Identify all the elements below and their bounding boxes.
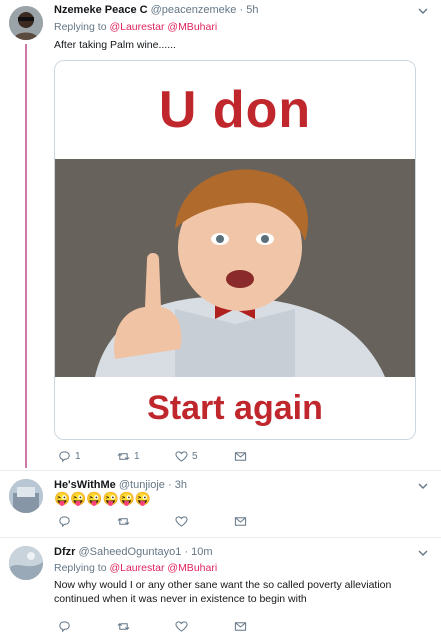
- tweet-text: 😜😜😜😜😜😜: [54, 491, 152, 506]
- avatar[interactable]: [9, 6, 43, 40]
- like-button[interactable]: 5: [175, 450, 198, 463]
- tweet-text: Now why would I or any other sane want t…: [54, 579, 392, 605]
- tweet-1[interactable]: Nzemeke Peace C @peacenzemeke · 5h Reply…: [0, 0, 441, 470]
- chevron-down-icon[interactable]: [417, 547, 429, 559]
- display-name[interactable]: He'sWithMe: [54, 479, 116, 491]
- timestamp[interactable]: 5h: [246, 4, 258, 16]
- reply-count: 1: [75, 451, 81, 462]
- avatar[interactable]: [9, 479, 43, 513]
- replying-to: Replying to @Laurestar @MBuhari: [54, 21, 217, 33]
- message-button[interactable]: [234, 450, 247, 463]
- tweet-header: Nzemeke Peace C @peacenzemeke · 5h: [54, 3, 258, 17]
- meme-top-caption-area: U don: [55, 61, 415, 159]
- message-icon: [234, 452, 247, 461]
- user-handle[interactable]: @SaheedOguntayo1: [78, 546, 181, 558]
- reply-button[interactable]: 1: [58, 450, 81, 463]
- retweet-icon: [117, 622, 130, 631]
- user-handle[interactable]: @peacenzemeke: [151, 4, 237, 16]
- like-icon: [175, 621, 188, 632]
- tweet-actions: [54, 515, 424, 531]
- replying-to: Replying to @Laurestar @MBuhari: [54, 562, 217, 574]
- retweet-count: 1: [134, 451, 140, 462]
- message-icon: [234, 517, 247, 526]
- tweet-header: Dfzr @SaheedOguntayo1 · 10m: [54, 545, 213, 559]
- reply-prefix: Replying to: [54, 21, 107, 33]
- mention-link[interactable]: @MBuhari: [167, 21, 217, 33]
- separator: ·: [184, 546, 189, 558]
- mention-link[interactable]: @MBuhari: [167, 562, 217, 574]
- reply-button[interactable]: [58, 620, 75, 633]
- reply-prefix: Replying to: [54, 562, 107, 574]
- thread-line: [25, 44, 27, 468]
- reply-icon: [59, 516, 70, 528]
- mention-link[interactable]: @Laurestar: [109, 562, 164, 574]
- tweet-3[interactable]: Dfzr @SaheedOguntayo1 · 10m Replying to …: [0, 538, 441, 642]
- tweet-text: After taking Palm wine......: [54, 39, 176, 51]
- meme-bottom-text: Start again: [147, 388, 323, 427]
- chevron-down-icon[interactable]: [417, 5, 429, 17]
- retweet-icon: [117, 517, 130, 526]
- separator: ·: [167, 479, 172, 491]
- message-button[interactable]: [234, 620, 247, 633]
- display-name[interactable]: Nzemeke Peace C: [54, 4, 148, 16]
- meme-bottom-caption-area: Start again: [55, 377, 415, 439]
- meme-photo: [55, 159, 415, 377]
- message-icon: [234, 622, 247, 631]
- retweet-button[interactable]: [117, 515, 134, 528]
- avatar[interactable]: [9, 546, 43, 580]
- like-icon: [175, 451, 188, 462]
- timestamp[interactable]: 10m: [191, 546, 212, 558]
- reply-icon: [59, 621, 70, 633]
- display-name[interactable]: Dfzr: [54, 546, 75, 558]
- separator: ·: [239, 4, 244, 16]
- tweet-actions: [54, 620, 424, 636]
- like-icon: [175, 516, 188, 527]
- tweet-media[interactable]: U don Start again: [54, 60, 416, 440]
- retweet-icon: [117, 452, 130, 461]
- like-button[interactable]: [175, 620, 192, 633]
- retweet-button[interactable]: [117, 620, 134, 633]
- message-button[interactable]: [234, 515, 247, 528]
- meme-top-text: U don: [158, 81, 312, 139]
- like-button[interactable]: [175, 515, 192, 528]
- chevron-down-icon[interactable]: [417, 480, 429, 492]
- reply-button[interactable]: [58, 515, 75, 528]
- tweet-2[interactable]: He'sWithMe @tunjioje · 3h 😜😜😜😜😜😜: [0, 471, 441, 537]
- tweet-actions: 1 1 5: [54, 450, 424, 466]
- tweet-header: He'sWithMe @tunjioje · 3h: [54, 478, 187, 492]
- reply-icon: [59, 451, 70, 463]
- retweet-button[interactable]: 1: [117, 450, 140, 463]
- mention-link[interactable]: @Laurestar: [109, 21, 164, 33]
- like-count: 5: [192, 451, 198, 462]
- timestamp[interactable]: 3h: [175, 479, 187, 491]
- user-handle[interactable]: @tunjioje: [119, 479, 165, 491]
- child-pointing-image: [55, 159, 415, 377]
